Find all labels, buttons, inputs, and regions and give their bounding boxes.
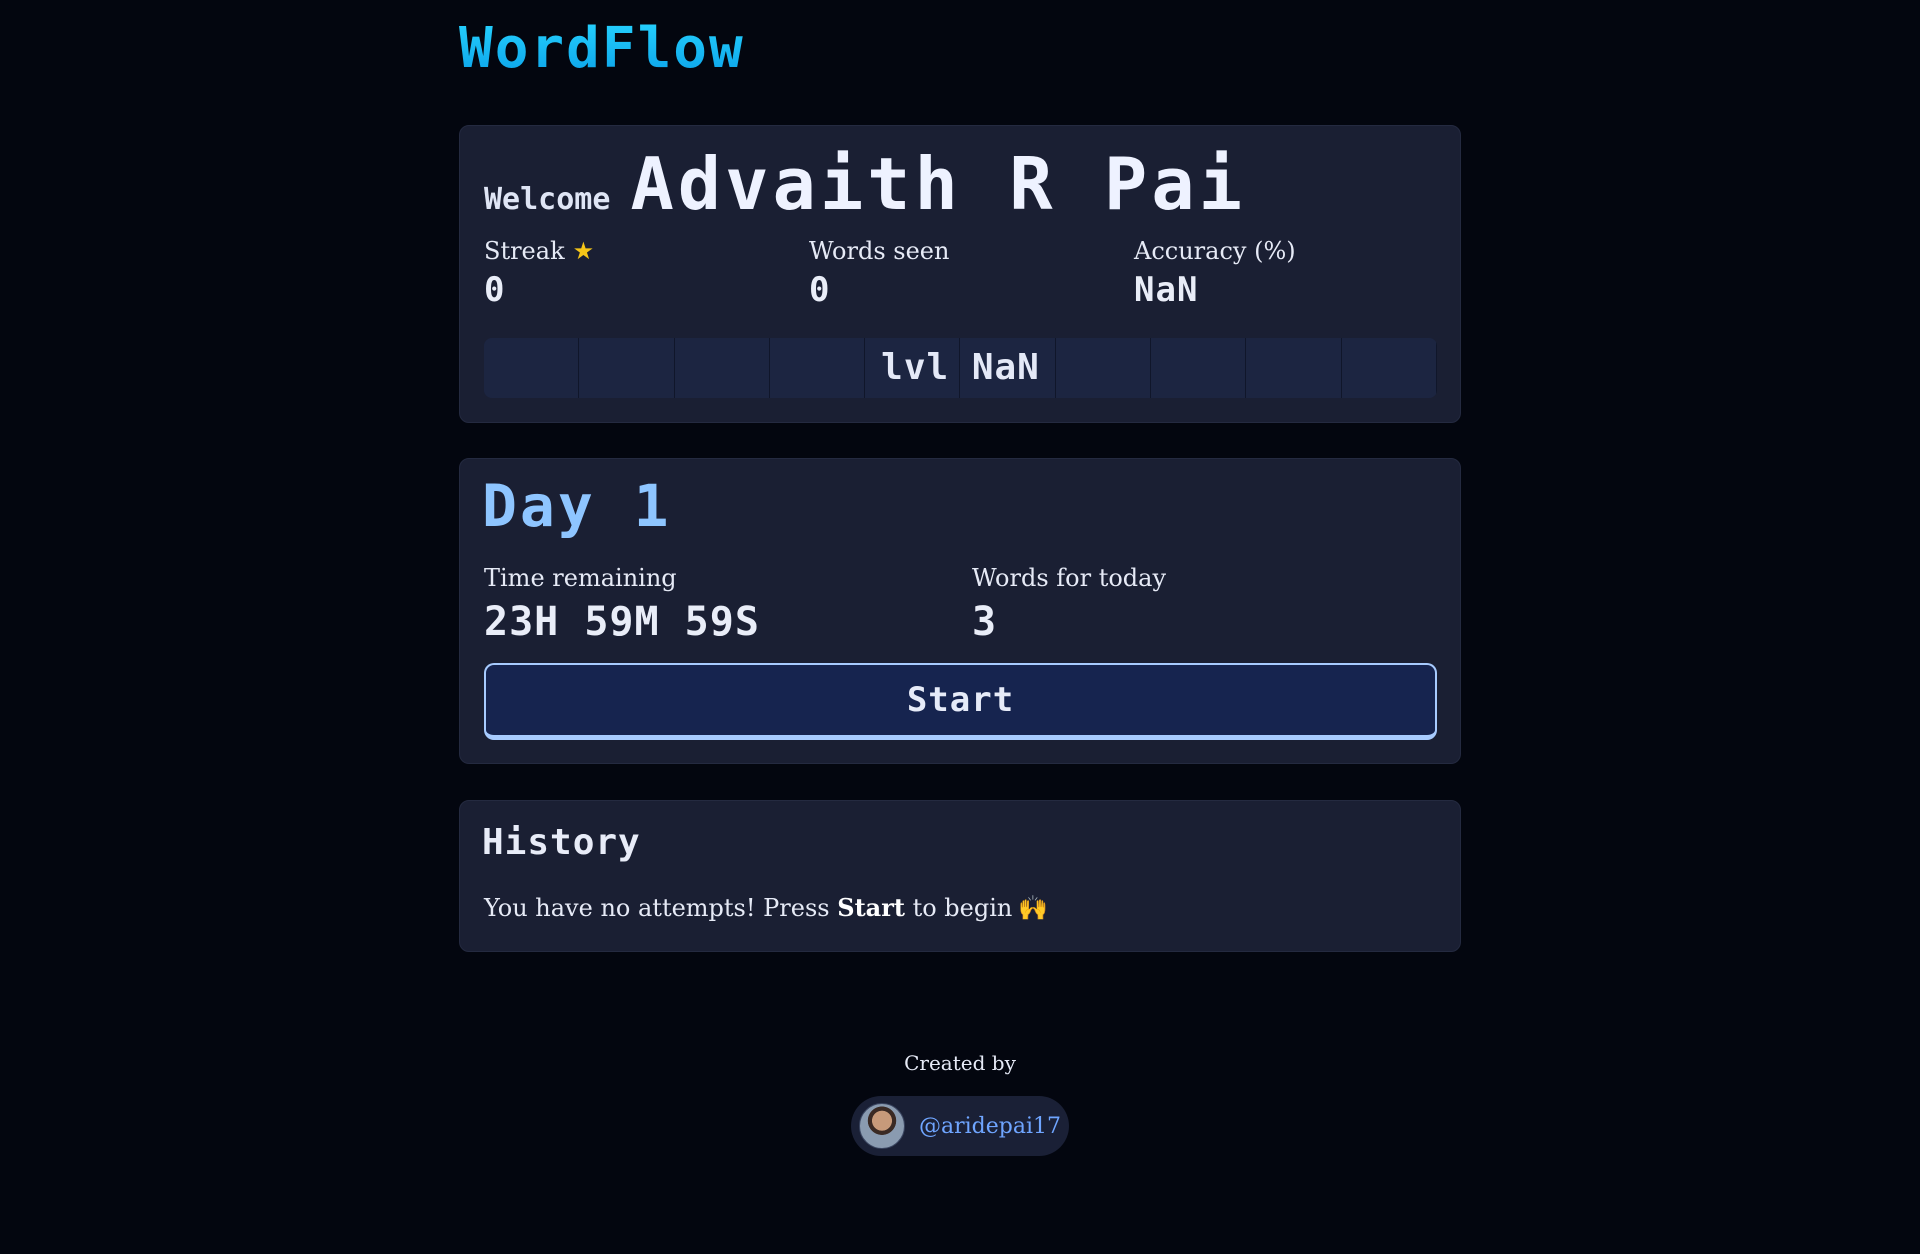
raising-hands-icon: 🙌 (1018, 894, 1049, 922)
welcome-label: Welcome (484, 182, 611, 217)
time-remaining-label: Time remaining (484, 564, 677, 592)
user-name: Advaith R Pai (630, 142, 1246, 226)
streak-stat: Streak ★ 0 (484, 236, 594, 310)
app-logo[interactable]: WordFlow (459, 18, 745, 80)
created-by-label: Created by (904, 1051, 1016, 1075)
level-label: lvl NaN (881, 347, 1040, 388)
welcome-heading: Welcome Advaith R Pai (484, 148, 1246, 220)
day-title: Day 1 (482, 472, 672, 540)
words-seen-value: 0 (809, 270, 831, 310)
streak-label: Streak ★ (484, 237, 595, 265)
words-today-stat: Words for today 3 (972, 563, 1166, 645)
accuracy-value: NaN (1134, 270, 1199, 310)
day-card: Day 1 Time remaining 23H 59M 59S Words f… (459, 458, 1461, 764)
words-today-value: 3 (972, 599, 998, 645)
words-seen-stat: Words seen 0 (809, 236, 949, 310)
creator-handle[interactable]: @aridepai17 (919, 1114, 1061, 1139)
history-empty-message: You have no attempts! Press Start to beg… (484, 893, 1049, 922)
creator-link[interactable]: @aridepai17 (851, 1096, 1069, 1156)
avatar (859, 1103, 905, 1149)
level-progress-bar: lvl NaN (484, 338, 1437, 398)
time-remaining-value: 23H 59M 59S (484, 599, 760, 645)
star-icon: ★ (572, 237, 595, 265)
history-card: History You have no attempts! Press Star… (459, 800, 1461, 952)
streak-value: 0 (484, 270, 506, 310)
words-today-label: Words for today (972, 564, 1167, 592)
time-remaining-stat: Time remaining 23H 59M 59S (484, 563, 760, 645)
words-seen-label: Words seen (809, 237, 950, 265)
start-keyword: Start (837, 893, 905, 922)
accuracy-label: Accuracy (%) (1134, 237, 1296, 265)
accuracy-stat: Accuracy (%) NaN (1134, 236, 1296, 310)
welcome-card: Welcome Advaith R Pai Streak ★ 0 Words see… (459, 125, 1461, 423)
history-title: History (482, 822, 641, 863)
start-button[interactable]: Start (484, 663, 1437, 740)
